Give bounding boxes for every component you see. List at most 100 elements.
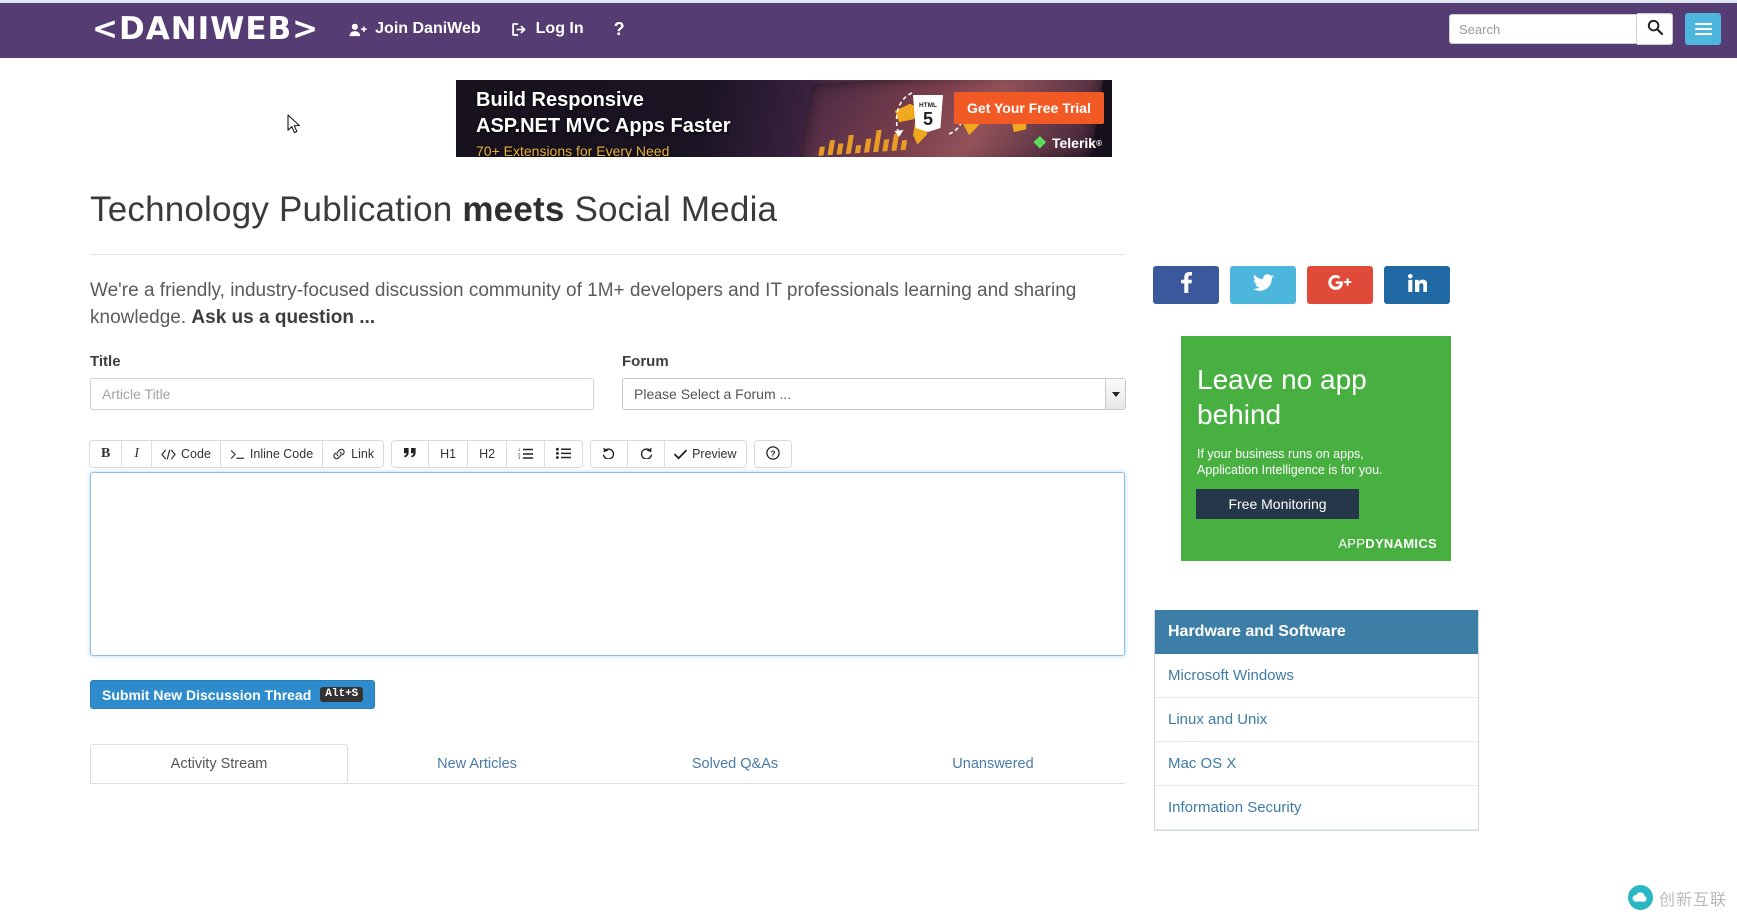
forum-category-list: Hardware and Software Microsoft Windows … [1154,610,1479,831]
ad-brand-name: Telerik [1052,135,1096,151]
toolbar-group-blocks: H1 H2 123 [392,441,582,467]
linkedin-icon [1408,274,1427,297]
content-tabs: Activity Stream New Articles Solved Q&As… [90,744,1125,784]
toolbar-group-help: ? [755,441,791,467]
tab-activity-stream[interactable]: Activity Stream [90,744,348,783]
redo-icon [639,446,653,462]
html5-badge-icon: HTML 5 [911,94,945,136]
share-google-plus-button[interactable] [1307,266,1373,304]
heading-2-button[interactable]: H2 [468,441,507,467]
svg-text:HTML: HTML [919,102,937,109]
sidebar-item-mac-os-x[interactable]: Mac OS X [1155,742,1478,786]
submit-shortcut-badge: Alt+S [320,687,363,702]
svg-text:3: 3 [518,455,521,459]
inline-code-label: Inline Code [250,447,313,461]
sidebar-item-information-security[interactable]: Information Security [1155,786,1478,830]
ad-brand-logo: ❖ Telerik® [1033,133,1102,153]
ordered-list-button[interactable]: 123 [507,441,545,467]
bold-button[interactable]: B [90,441,122,467]
mouse-cursor [287,114,301,140]
preview-button[interactable]: Preview [665,441,745,467]
sidebar-item-microsoft-windows[interactable]: Microsoft Windows [1155,654,1478,698]
nav-help-label: ? [614,19,625,40]
ad-subheadline: 70+ Extensions for Every Need [476,140,731,157]
forum-select-value: Please Select a Forum ... [634,386,791,402]
hero-divider [90,254,1125,255]
navbar-right-controls [1449,0,1721,58]
ad-cta-button[interactable]: Get Your Free Trial [954,92,1104,124]
hamburger-menu-button[interactable] [1685,13,1721,45]
code-block-button[interactable]: Code [152,441,221,467]
page-title-part2: Social Media [565,190,778,229]
submit-new-discussion-thread-button[interactable]: Submit New Discussion Thread Alt+S [90,680,375,709]
sidebar-ad-headline: Leave no app behind [1197,362,1397,432]
heading-1-button[interactable]: H1 [429,441,468,467]
title-field-group: Title [90,353,594,410]
unordered-list-button[interactable] [545,441,582,467]
top-strip [0,0,1737,3]
sidebar-ad-body: If your business runs on apps, Applicati… [1197,446,1417,478]
blockquote-button[interactable] [392,441,429,467]
article-body-editor[interactable] [90,472,1125,656]
chevron-down-icon[interactable] [1105,379,1125,409]
unordered-list-icon [556,447,571,462]
site-logo[interactable]: <DANIWEB> [92,11,319,47]
sidebar-ad-body-line1: If your business runs on apps, [1197,447,1364,461]
facebook-icon [1181,272,1192,298]
appdynamics-logo-bold: DYNAMICS [1365,536,1437,551]
share-facebook-button[interactable] [1153,266,1219,304]
svg-text:?: ? [770,448,775,458]
undo-button[interactable] [591,441,628,467]
nav-join-daniweb-label: Join DaniWeb [375,20,481,38]
telerik-logo-icon: ❖ [1033,133,1047,153]
user-plus-icon [349,22,367,37]
article-title-input[interactable] [90,378,594,410]
tab-solved-qas[interactable]: Solved Q&As [606,744,864,783]
nav-log-in-label: Log In [536,20,584,38]
forum-field-group: Forum Please Select a Forum ... [622,353,1126,410]
share-linkedin-button[interactable] [1384,266,1450,304]
appdynamics-logo-light: APP [1338,536,1365,551]
hero-section: Technology Publication meets Social Medi… [90,186,1125,331]
tab-new-articles[interactable]: New Articles [348,744,606,783]
redo-button[interactable] [628,441,665,467]
link-label: Link [351,447,374,461]
italic-button[interactable]: I [122,441,152,467]
search-input[interactable] [1449,14,1637,44]
hero-description: We're a friendly, industry-focused discu… [90,277,1100,331]
code-tags-icon [161,449,176,460]
search-button[interactable] [1637,13,1673,45]
ad-copy: Build Responsive ASP.NET MVC Apps Faster… [476,87,731,157]
nav-help[interactable]: ? [614,19,625,40]
ad-headline-line2: ASP.NET MVC Apps Faster [476,113,731,139]
sidebar-item-linux-and-unix[interactable]: Linux and Unix [1155,698,1478,742]
sidebar-ad-body-line2: Application Intelligence is for you. [1197,463,1383,477]
twitter-icon [1253,274,1274,297]
tab-unanswered[interactable]: Unanswered [864,744,1122,783]
title-label: Title [90,353,594,370]
ad-left-arc-arrow-icon [888,90,916,147]
quote-icon [403,447,417,461]
share-twitter-button[interactable] [1230,266,1296,304]
nav-join-daniweb[interactable]: Join DaniWeb [349,20,481,38]
preview-label: Preview [692,447,736,461]
sidebar-ad-cta-button[interactable]: Free Monitoring [1196,489,1359,519]
link-button[interactable]: Link [323,441,383,467]
undo-icon [602,446,616,462]
sidebar-advertisement[interactable]: Leave no app behind If your business run… [1181,336,1451,561]
forum-label: Forum [622,353,1126,370]
watermark: 创新互联 [1628,885,1727,910]
forum-select[interactable]: Please Select a Forum ... [622,378,1126,410]
nav-log-in[interactable]: Log In [511,20,584,38]
search-icon [1647,19,1663,40]
primary-nav: Join DaniWeb Log In ? [349,19,654,40]
banner-advertisement[interactable]: Build Responsive ASP.NET MVC Apps Faster… [456,80,1112,157]
login-icon [511,22,528,37]
hamburger-menu-icon [1695,20,1712,38]
page-title-part1: Technology Publication [90,190,462,229]
hero-description-cta: Ask us a question ... [191,307,375,328]
watermark-text: 创新互联 [1659,886,1727,910]
toolbar-group-history: Preview [591,441,745,467]
inline-code-button[interactable]: Inline Code [221,441,323,467]
editor-help-button[interactable]: ? [755,441,791,467]
